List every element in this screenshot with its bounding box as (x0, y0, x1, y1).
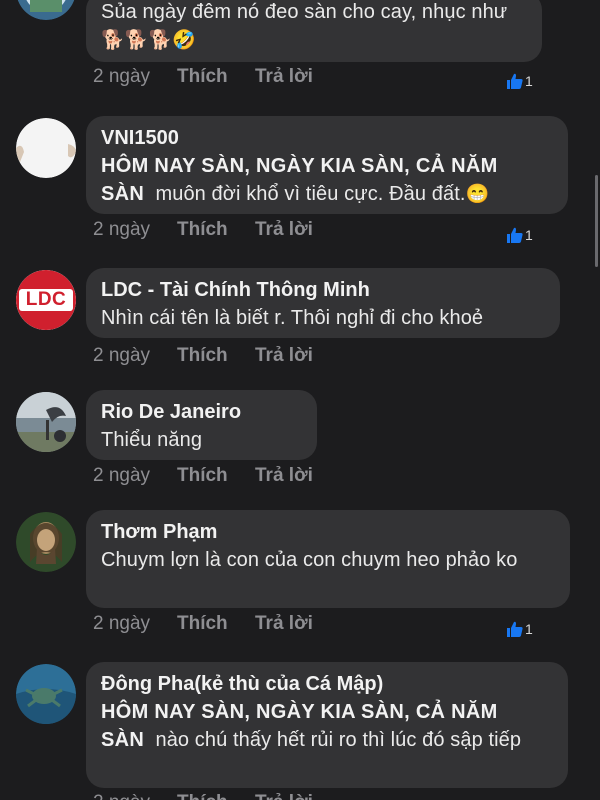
comment-time[interactable]: 2 ngày (93, 217, 177, 243)
like-link[interactable]: Thích (177, 217, 255, 243)
comment-time[interactable]: 2 ngày (93, 463, 177, 489)
comment-body: Chuym lợn là con của con chuym heo phảo … (101, 549, 518, 571)
commenter-name[interactable]: Thơm Phạm (101, 518, 554, 546)
comment-actions: 2 ngàyThíchTrả lời (93, 790, 313, 800)
comment-text: HÔM NAY SÀN, NGÀY KIA SÀN, CẢ NĂM SÀN mu… (101, 152, 552, 209)
thumbs-up-icon (506, 72, 524, 90)
reaction-number: 1 (525, 621, 533, 638)
avatar[interactable] (16, 0, 76, 20)
comment-time[interactable]: 2 ngày (93, 64, 177, 90)
reply-link[interactable]: Trả lời (255, 463, 313, 489)
comment-bubble[interactable]: Đông Pha(kẻ thù của Cá Mập) HÔM NAY SÀN,… (86, 662, 568, 788)
comment-body: Sủa ngày đêm nó đeo sàn cho cay, nhục nh… (101, 1, 508, 23)
comment-actions: 2 ngàyThíchTrả lời (93, 64, 313, 90)
like-link[interactable]: Thích (177, 64, 255, 90)
thumbs-up-icon (506, 226, 524, 244)
reply-link[interactable]: Trả lời (255, 217, 313, 243)
avatar[interactable] (16, 118, 76, 178)
comment-bubble[interactable]: Rio De Janeiro Thiểu năng (86, 390, 317, 460)
like-link[interactable]: Thích (177, 343, 255, 369)
comment-actions: 2 ngàyThíchTrả lời (93, 463, 313, 489)
avatar[interactable] (16, 392, 76, 452)
comment-body: Nhìn cái tên là biết r. Thôi nghỉ đi cho… (101, 307, 484, 329)
comment-bubble[interactable]: Sủa ngày đêm nó đeo sàn cho cay, nhục nh… (86, 0, 542, 62)
scrollbar[interactable] (595, 175, 598, 267)
thumbs-up-icon (506, 620, 524, 638)
comment-body: Thiểu năng (101, 429, 203, 451)
reply-link[interactable]: Trả lời (255, 343, 313, 369)
commenter-name[interactable]: Đông Pha(kẻ thù của Cá Mập) (101, 670, 552, 698)
comment-time[interactable]: 2 ngày (93, 790, 177, 800)
reaction-number: 1 (525, 227, 533, 244)
commenter-name[interactable]: VNI1500 (101, 124, 552, 152)
comment-bubble[interactable]: LDC - Tài Chính Thông Minh Nhìn cái tên … (86, 268, 560, 338)
comment-bubble[interactable]: VNI1500 HÔM NAY SÀN, NGÀY KIA SÀN, CẢ NĂ… (86, 116, 568, 214)
emoji: 🐕🐕🐕🤣 (101, 30, 197, 51)
comment-body: muôn đời khổ vì tiêu cực. Đầu đất. (155, 183, 466, 205)
avatar[interactable] (16, 664, 76, 724)
comment-bubble[interactable]: Thơm Phạm Chuym lợn là con của con chuym… (86, 510, 570, 608)
comment-body: nào chú thấy hết rủi ro thì lúc đó sập t… (155, 729, 522, 751)
reaction-count[interactable]: 1 (506, 618, 540, 638)
avatar[interactable]: LDC (16, 270, 76, 330)
comment-time[interactable]: 2 ngày (93, 343, 177, 369)
comment-text: HÔM NAY SÀN, NGÀY KIA SÀN, CẢ NĂM SÀN nà… (101, 698, 552, 754)
commenter-name[interactable]: Rio De Janeiro (101, 398, 301, 426)
reaction-number: 1 (525, 73, 533, 90)
ldc-logo-text: LDC (25, 289, 67, 310)
reaction-count[interactable]: 1 (506, 70, 540, 90)
comment-actions: 2 ngàyThíchTrả lời (93, 343, 313, 369)
comment-actions: 2 ngàyThíchTrả lời (93, 217, 313, 243)
reply-link[interactable]: Trả lời (255, 64, 313, 90)
comment-actions: 2 ngàyThíchTrả lời (93, 611, 313, 637)
like-link[interactable]: Thích (177, 611, 255, 637)
comment-text: Sủa ngày đêm nó đeo sàn cho cay, nhục nh… (101, 0, 526, 55)
like-link[interactable]: Thích (177, 790, 255, 800)
emoji: 😁 (465, 184, 490, 205)
commenter-name[interactable]: LDC - Tài Chính Thông Minh (101, 276, 544, 304)
reply-link[interactable]: Trả lời (255, 790, 313, 800)
comments-page: Sủa ngày đêm nó đeo sàn cho cay, nhục nh… (0, 0, 600, 800)
reply-link[interactable]: Trả lời (255, 611, 313, 637)
like-link[interactable]: Thích (177, 463, 255, 489)
comment-time[interactable]: 2 ngày (93, 611, 177, 637)
avatar[interactable] (16, 512, 76, 572)
reaction-count[interactable]: 1 (506, 224, 540, 244)
